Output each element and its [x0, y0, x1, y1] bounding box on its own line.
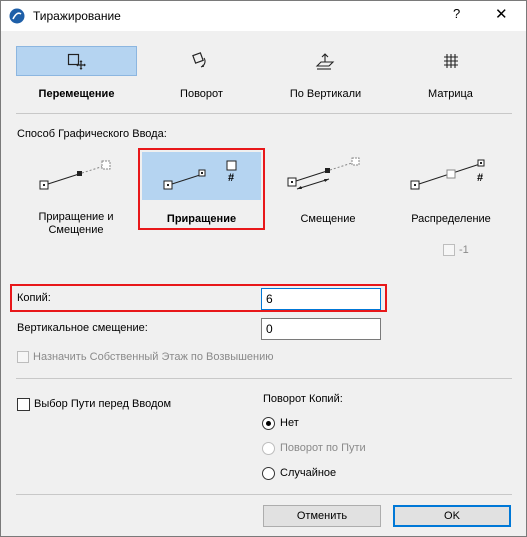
vertical-offset-label: Вертикальное смещение:: [17, 322, 148, 334]
rotation-random-label: Случайное: [280, 467, 337, 479]
mode-tab-vertical[interactable]: [265, 46, 386, 76]
hash-symbol: #: [228, 172, 235, 184]
mode-label-move: Перемещение: [38, 88, 115, 100]
increment-icon[interactable]: [159, 156, 249, 196]
distribute-minus-one-label: -1: [459, 244, 469, 256]
method-label-increment: Приращение: [166, 213, 237, 225]
input-method-label: Способ Графического Ввода:: [17, 128, 167, 140]
move-icon: [67, 53, 86, 70]
rotation-none-label: Нет: [280, 417, 299, 429]
copies-label: Копий:: [17, 292, 51, 304]
path-before-input-label: Выбор Пути перед Вводом: [34, 398, 172, 410]
hash-symbol-distribute: #: [477, 172, 484, 184]
tiling-dialog: Тиражирование ? ✕ Перемещение Поворот По…: [0, 0, 527, 537]
mode-tab-move[interactable]: [16, 46, 137, 76]
rotation-random-radio[interactable]: [262, 467, 275, 480]
window-title: Тиражирование: [33, 9, 121, 23]
method-label-increment-offset: Приращение и Смещение: [38, 211, 114, 236]
own-floor-label: Назначить Собственный Этаж по Возвышению: [33, 351, 274, 363]
mode-label-vertical: По Вертикали: [289, 88, 362, 100]
rotation-none-radio[interactable]: [262, 417, 275, 430]
close-button[interactable]: ✕: [495, 5, 508, 23]
method-label-distribute: Распределение: [411, 213, 491, 225]
offset-icon[interactable]: [283, 156, 373, 196]
own-floor-checkbox[interactable]: [17, 351, 29, 363]
app-logo-icon: [9, 8, 25, 24]
copies-input[interactable]: [261, 288, 381, 310]
separator: [16, 494, 512, 495]
ok-button[interactable]: OK: [393, 505, 511, 527]
distribute-minus-one-checkbox[interactable]: [443, 244, 455, 256]
separator: [16, 113, 512, 114]
rotation-along-path-radio[interactable]: [262, 442, 275, 455]
rotation-along-path-label: Поворот по Пути: [280, 442, 366, 454]
path-before-input-checkbox[interactable]: [17, 398, 30, 411]
mode-tab-grid[interactable]: [390, 46, 511, 76]
increment-offset-icon[interactable]: [35, 156, 125, 196]
vertical-icon: [315, 53, 335, 70]
separator: [16, 378, 512, 379]
method-label-offset: Смещение: [300, 213, 356, 225]
vertical-offset-input[interactable]: [261, 318, 381, 340]
rotation-heading: Поворот Копий:: [263, 393, 343, 405]
grid-icon: [444, 54, 458, 68]
title-bar: Тиражирование ? ✕: [1, 1, 526, 31]
mode-label-rotate: Поворот: [180, 88, 223, 100]
cancel-button[interactable]: Отменить: [263, 505, 381, 527]
mode-tab-rotate[interactable]: [141, 46, 262, 76]
mode-label-grid: Матрица: [428, 88, 473, 100]
rotate-icon: [192, 52, 206, 68]
help-button[interactable]: ?: [453, 6, 460, 21]
